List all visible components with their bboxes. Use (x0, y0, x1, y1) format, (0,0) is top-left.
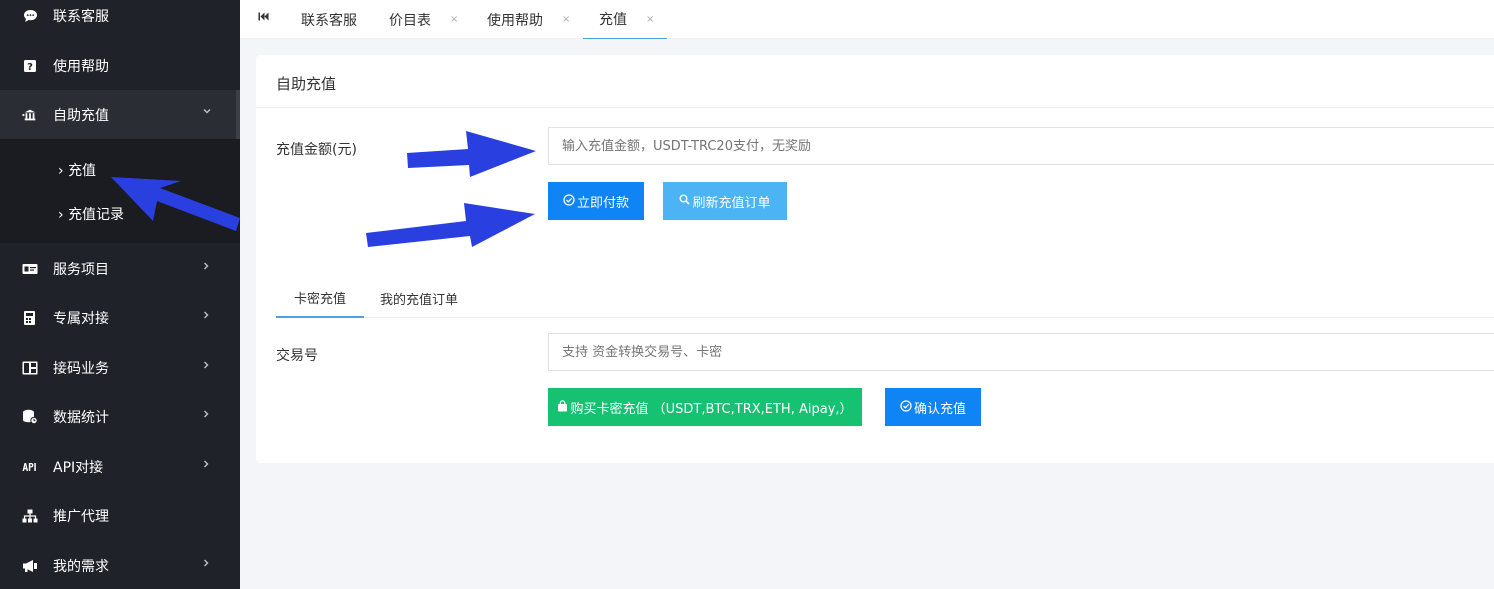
tab-contact-support[interactable]: 联系客服 (301, 0, 357, 39)
card-title: 自助充值 (276, 75, 337, 93)
sidebar-item-label: 专属对接 (53, 310, 109, 327)
sidebar-item-label: 数据统计 (53, 409, 109, 426)
sidebar-item-label: 推广代理 (53, 508, 109, 525)
transaction-label: 交易号 (276, 348, 318, 364)
close-icon[interactable]: × (562, 14, 570, 25)
check-circle-icon (563, 193, 575, 209)
sidebar-item-label: 我的需求 (53, 558, 109, 575)
recharge-card: 自助充值 充值金额(元) 立即付款 刷新充值订单 卡密充值 我的充值订单 交易号… (256, 55, 1494, 463)
recharge-subtabs: 卡密充值 我的充值订单 (276, 279, 1494, 318)
chevron-right-icon (203, 262, 209, 273)
sidebar-item-api[interactable]: API对接 (0, 442, 240, 491)
bank-icon (22, 107, 38, 123)
svg-text:?: ? (27, 62, 33, 73)
sidebar-item-label: API对接 (53, 459, 104, 476)
buy-card-button[interactable]: 购买卡密充值 （USDT,BTC,TRX,ETH, Aipay,） (548, 388, 862, 426)
subtab-card-recharge[interactable]: 卡密充值 (276, 279, 364, 318)
amount-label: 充值金额(元) (276, 142, 357, 158)
database-icon (22, 409, 38, 425)
sidebar-item-contact-support[interactable]: 联系客服 (0, 0, 240, 40)
sidebar-item-self-recharge[interactable]: 自助充值 (0, 90, 240, 139)
submenu-recharge: › 充值 › 充值记录 (0, 139, 240, 243)
search-icon (679, 194, 691, 208)
tab-label: 联系客服 (301, 12, 357, 29)
calculator-icon (22, 360, 38, 376)
tab-label: 使用帮助 (487, 12, 543, 29)
button-label: 刷新充值订单 (692, 195, 771, 211)
sidebar-item-statistics[interactable]: 数据统计 (0, 392, 240, 441)
sidebar-subitem-label: › 充值 (58, 163, 97, 179)
chevron-right-icon (203, 460, 209, 471)
chevron-right-icon: › (58, 163, 64, 179)
tab-bar: 联系客服 价目表 × 使用帮助 × 充值 × (240, 0, 1494, 39)
help-icon: ? (22, 58, 38, 74)
amount-input[interactable] (548, 127, 1494, 165)
chevron-right-icon: › (58, 207, 64, 223)
sidebar-item-my-requests[interactable]: 我的需求 (0, 541, 240, 589)
chevron-down-icon (203, 106, 211, 117)
chevron-right-icon (203, 410, 209, 421)
tab-label: 价目表 (389, 12, 431, 29)
tab-label: 充值 (599, 12, 627, 28)
sidebar-item-promotion[interactable]: 推广代理 (0, 491, 240, 540)
button-label: 确认充值 (913, 401, 966, 417)
divider (256, 107, 1494, 108)
check-circle-icon (900, 399, 912, 415)
sidebar-item-label: 使用帮助 (53, 58, 109, 75)
tab-scroll-first-icon[interactable] (258, 11, 269, 24)
button-label: 购买卡密充值 （USDT,BTC,TRX,ETH, Aipay,） (570, 401, 853, 417)
sidebar-item-label: 联系客服 (53, 8, 109, 25)
button-label: 立即付款 (576, 195, 629, 211)
book-icon (22, 310, 38, 326)
sidebar-item-label: 接码业务 (53, 360, 109, 377)
chevron-right-icon (203, 361, 209, 372)
megaphone-icon (22, 558, 38, 574)
tab-recharge[interactable]: 充值 × (583, 0, 667, 39)
active-indicator (236, 90, 240, 139)
sidebar: 联系客服 ? 使用帮助 自助充值 › 充值 › 充值记录 服务项目 专属对接 接… (0, 0, 240, 589)
card-icon (22, 261, 38, 277)
close-icon[interactable]: × (450, 14, 458, 25)
subtab-my-orders[interactable]: 我的充值订单 (380, 279, 458, 318)
transaction-input[interactable] (548, 333, 1494, 371)
shopping-bag-icon (557, 399, 568, 415)
chevron-right-icon (203, 559, 209, 570)
sitemap-icon (22, 508, 38, 524)
confirm-recharge-button[interactable]: 确认充值 (885, 388, 981, 426)
close-icon[interactable]: × (646, 14, 654, 25)
sidebar-item-help[interactable]: ? 使用帮助 (0, 41, 240, 90)
sidebar-item-label: 自助充值 (53, 107, 109, 124)
tab-help[interactable]: 使用帮助 × (487, 0, 570, 39)
sidebar-item-services[interactable]: 服务项目 (0, 244, 240, 293)
api-icon (22, 459, 38, 475)
sidebar-item-exclusive[interactable]: 专属对接 (0, 293, 240, 342)
pay-now-button[interactable]: 立即付款 (548, 182, 644, 220)
sidebar-item-label: 服务项目 (53, 261, 109, 278)
tab-price-list[interactable]: 价目表 × (389, 0, 458, 39)
chat-bubble-icon (22, 8, 38, 24)
sidebar-subitem-recharge-history[interactable]: › 充值记录 (0, 192, 240, 236)
sidebar-item-sms-code[interactable]: 接码业务 (0, 343, 240, 392)
sidebar-subitem-label: › 充值记录 (58, 207, 125, 223)
sidebar-subitem-recharge[interactable]: › 充值 (0, 148, 240, 192)
chevron-right-icon (203, 311, 209, 322)
refresh-orders-button[interactable]: 刷新充值订单 (663, 182, 787, 220)
